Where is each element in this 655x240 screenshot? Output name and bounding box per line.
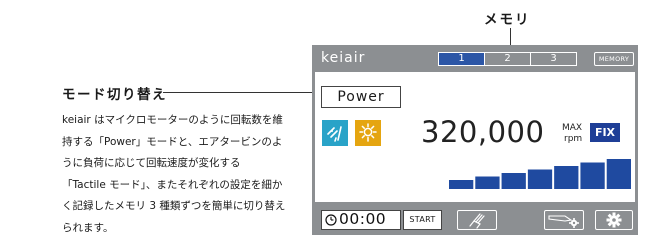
speed-level-step: [606, 159, 631, 189]
speed-level-step: [554, 166, 579, 189]
mode-button[interactable]: Power: [321, 86, 401, 108]
motor-button[interactable]: [322, 120, 348, 146]
speed-unit-label: rpm: [564, 134, 583, 144]
description-line: 持する「Power」モードと、エアタービンのよ: [62, 135, 283, 148]
motor-icon: [327, 126, 342, 142]
speed-level-step: [501, 173, 526, 189]
description-line: うに負荷に応じて回転速度が変化する: [62, 157, 241, 169]
description-line: keiair はマイクロモーターのように回転数を維: [62, 114, 283, 126]
cleaning-icon: [469, 213, 485, 229]
timer-display[interactable]: 00:00: [321, 210, 401, 230]
mode-switch-heading: モード切り替え: [62, 87, 167, 103]
bottom-bar: 00:00 START: [312, 204, 638, 235]
memory-save-button[interactable]: MEMORY: [594, 52, 634, 66]
clock-icon: [325, 214, 337, 226]
handpiece-settings-icon: [548, 215, 579, 228]
app-title: keiair: [321, 50, 366, 66]
start-button[interactable]: START: [403, 210, 442, 230]
memory-2-button[interactable]: 2: [484, 52, 531, 66]
cleaning-button[interactable]: [457, 210, 497, 230]
description-line: く記録したメモリ 3 種類ずつを簡単に切り替え: [62, 200, 286, 212]
gear-icon: [606, 212, 622, 228]
fix-button[interactable]: FIX: [590, 123, 620, 142]
speed-readout: 320,000: [421, 115, 545, 149]
device-screen: keiair 1 2 3 MEMORY Power 320,000 MAX rp…: [312, 45, 638, 235]
light-button[interactable]: [355, 120, 381, 146]
handpiece-settings-button[interactable]: [544, 210, 584, 230]
description-line: 「Tactile モード」、またそれぞれの設定を細か: [62, 178, 283, 191]
main-panel: Power 320,000 MAX rpm FIX: [315, 72, 635, 202]
speed-level-bar: [449, 159, 631, 189]
timer-value: 00:00: [339, 210, 387, 228]
description-line: られます。: [62, 221, 114, 234]
title-bar: keiair 1 2 3 MEMORY: [312, 45, 638, 71]
speed-level-step: [475, 176, 500, 189]
speed-max-label: MAX: [562, 123, 583, 133]
memory-1-button[interactable]: 1: [438, 52, 485, 66]
feature-description: keiair はマイクロモーターのように回転数を維 持する「Power」モードと…: [62, 110, 302, 239]
mode-callout-line: [163, 92, 317, 93]
memory-3-button[interactable]: 3: [530, 52, 577, 66]
memory-selector: 1 2 3: [438, 52, 577, 66]
speed-level-step: [527, 169, 553, 189]
speed-level-step: [580, 162, 605, 189]
speed-level-step: [449, 180, 474, 189]
light-icon: [359, 123, 377, 142]
settings-button[interactable]: [595, 210, 633, 230]
memory-heading: メモリ: [484, 12, 531, 28]
